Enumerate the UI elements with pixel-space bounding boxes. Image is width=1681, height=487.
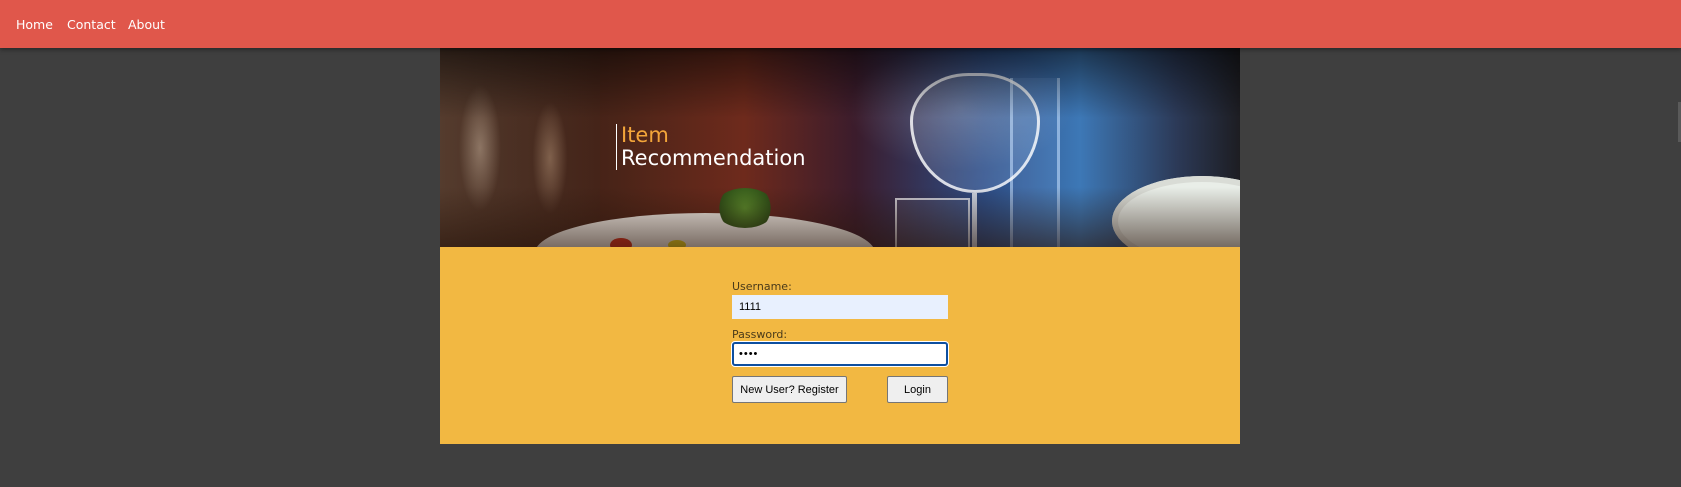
nav-link-contact[interactable]: Contact [67,17,116,32]
nav-link-home[interactable]: Home [16,17,53,32]
hero-banner-image: Item Recommendation [440,48,1240,247]
password-input[interactable] [732,342,948,366]
banner-shade-bottom [440,187,1240,247]
main-container: Item Recommendation Username: Password: … [440,48,1240,444]
site-title: Item Recommendation [616,124,806,170]
nav-link-about[interactable]: About [128,17,165,32]
login-form-panel: Username: Password: New User? Register L… [440,247,1240,444]
login-button[interactable]: Login [887,376,948,403]
username-input[interactable] [732,295,948,319]
register-button[interactable]: New User? Register [732,376,847,403]
banner-shade-top [440,48,1240,118]
site-title-line-1: Item [621,123,669,147]
password-label: Password: [732,328,788,341]
top-navbar: Home Contact About [0,0,1681,48]
site-title-line-2: Recommendation [621,146,806,170]
username-label: Username: [732,280,792,293]
